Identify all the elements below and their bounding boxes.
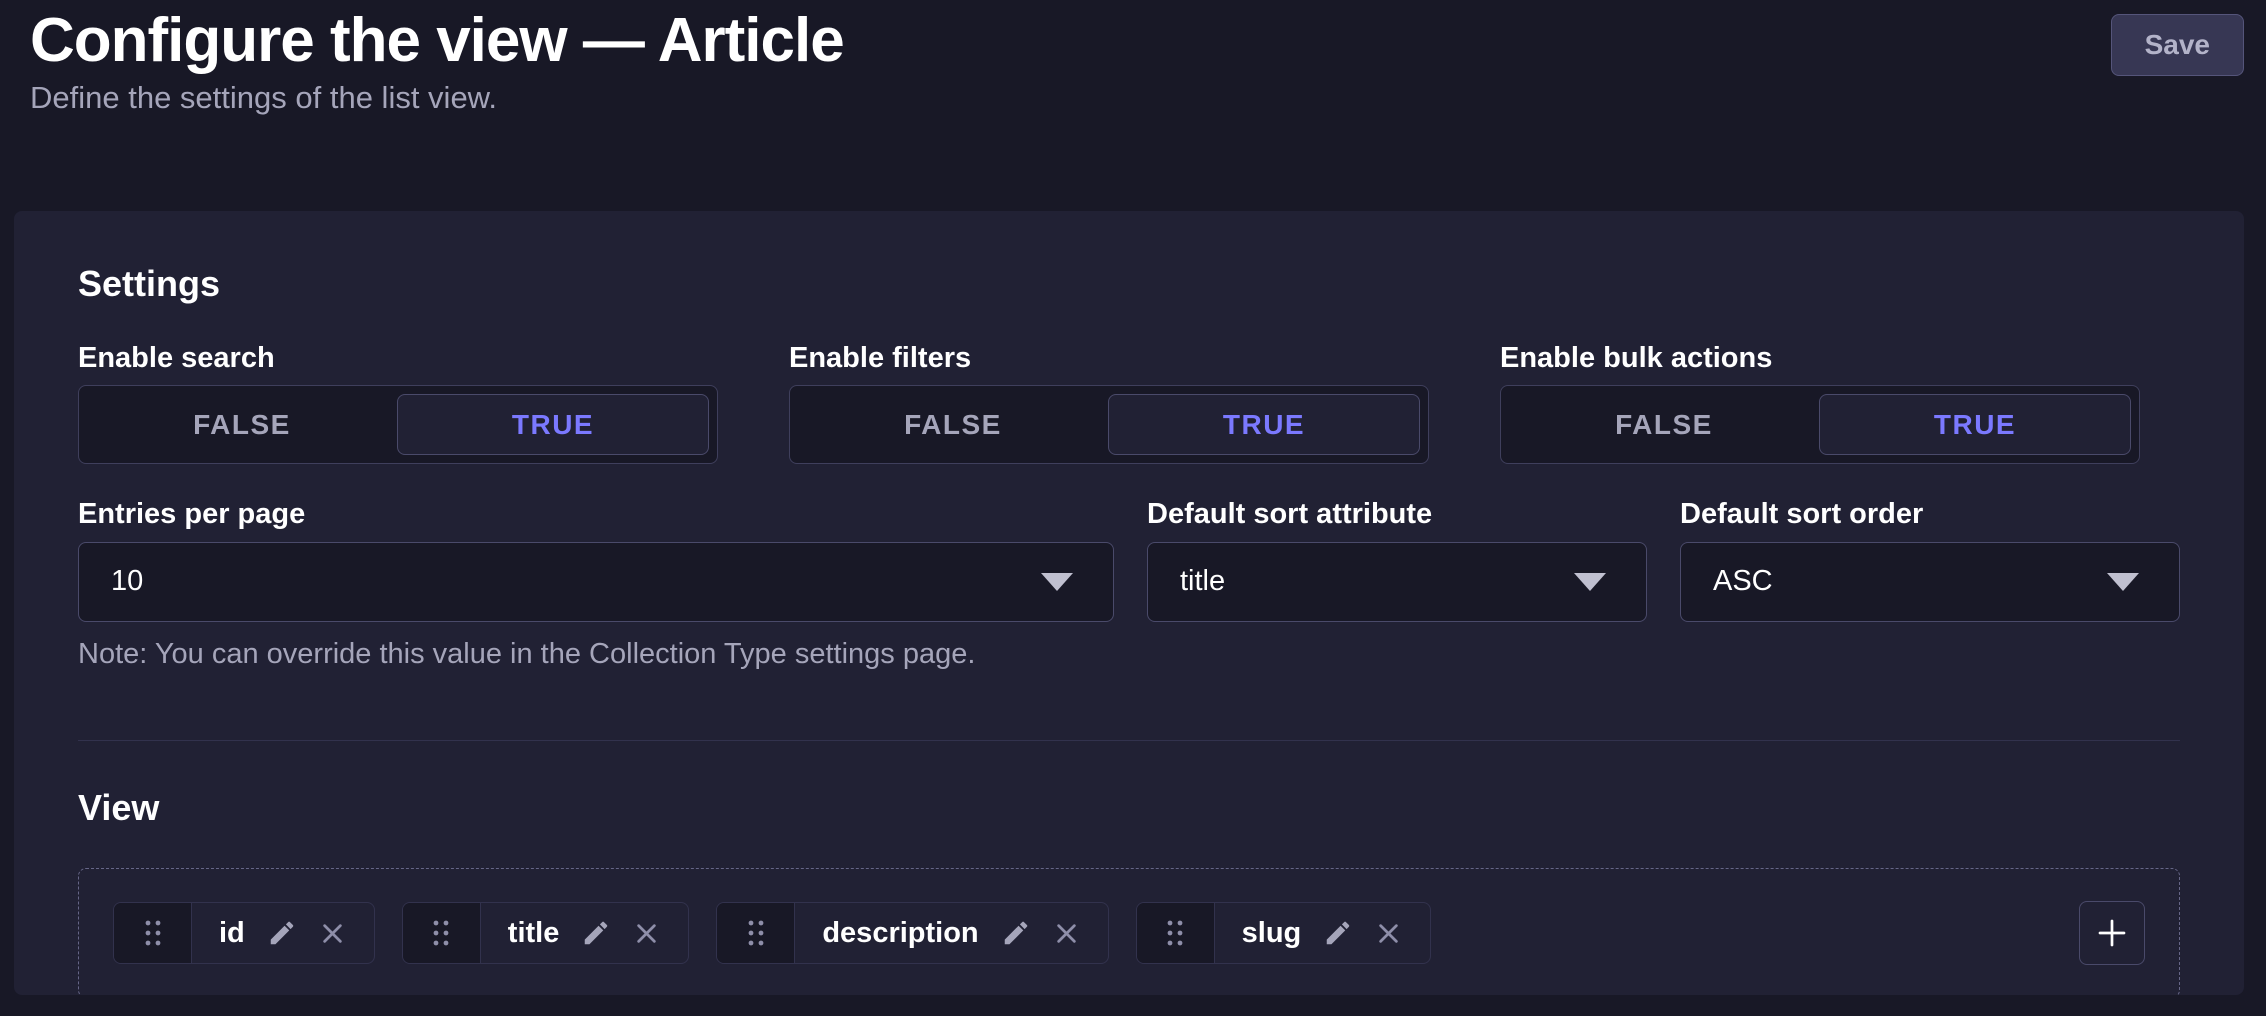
- field-chip-label: description: [822, 917, 978, 950]
- drag-handle[interactable]: [114, 903, 192, 963]
- close-icon: [1053, 920, 1080, 947]
- field-chip[interactable]: slug: [1136, 902, 1432, 964]
- field-chip[interactable]: description: [716, 902, 1108, 964]
- drag-handle-icon: [743, 917, 769, 949]
- page-subtitle: Define the settings of the list view.: [30, 81, 2244, 115]
- drag-handle-icon: [428, 917, 454, 949]
- toggle-group-enable-filters: Enable filters FALSE TRUE: [789, 342, 1429, 464]
- select-value: 10: [111, 565, 143, 598]
- select-label: Default sort order: [1680, 498, 2180, 531]
- section-divider: [78, 740, 2180, 741]
- select-entries-per-page[interactable]: 10: [78, 542, 1114, 622]
- toggle-option-true[interactable]: TRUE: [397, 394, 709, 455]
- toggle-group-enable-search: Enable search FALSE TRUE: [78, 342, 718, 464]
- edit-field-button[interactable]: [267, 918, 297, 948]
- select-group-default-sort-order: Default sort order ASC: [1680, 498, 2180, 700]
- pencil-icon: [581, 918, 611, 948]
- save-button[interactable]: Save: [2111, 14, 2244, 76]
- remove-field-button[interactable]: [633, 920, 660, 947]
- page-header: Configure the view — Article Define the …: [0, 0, 2266, 116]
- settings-heading: Settings: [78, 263, 2180, 304]
- drag-handle-icon: [140, 917, 166, 949]
- toggle-enable-search: FALSE TRUE: [78, 385, 718, 464]
- close-icon: [1375, 920, 1402, 947]
- view-heading: View: [78, 787, 2180, 828]
- toggle-option-false[interactable]: FALSE: [798, 394, 1108, 455]
- field-list: id: [78, 868, 2180, 994]
- select-label: Entries per page: [78, 498, 1114, 531]
- caret-down-icon: [1574, 573, 1606, 591]
- drag-handle[interactable]: [717, 903, 795, 963]
- toggles-row: Enable search FALSE TRUE Enable filters …: [78, 342, 2180, 464]
- caret-down-icon: [1041, 573, 1073, 591]
- select-group-entries-per-page: Entries per page 10 Note: You can overri…: [78, 498, 1114, 700]
- field-chip-label: id: [219, 917, 245, 950]
- field-chip[interactable]: title: [402, 902, 690, 964]
- toggle-enable-filters: FALSE TRUE: [789, 385, 1429, 464]
- drag-handle-icon: [1162, 917, 1188, 949]
- close-icon: [633, 920, 660, 947]
- field-chip[interactable]: id: [113, 902, 375, 964]
- field-chip-label: slug: [1242, 917, 1302, 950]
- remove-field-button[interactable]: [319, 920, 346, 947]
- close-icon: [319, 920, 346, 947]
- toggle-option-true[interactable]: TRUE: [1108, 394, 1420, 455]
- settings-card: Settings Enable search FALSE TRUE Enable…: [14, 211, 2244, 995]
- select-value: ASC: [1713, 565, 1773, 598]
- toggle-label: Enable search: [78, 342, 718, 375]
- select-value: title: [1180, 565, 1225, 598]
- remove-field-button[interactable]: [1053, 920, 1080, 947]
- toggle-label: Enable filters: [789, 342, 1429, 375]
- pencil-icon: [1001, 918, 1031, 948]
- plus-icon: [2094, 915, 2130, 951]
- select-group-default-sort-attribute: Default sort attribute title: [1147, 498, 1647, 700]
- pencil-icon: [267, 918, 297, 948]
- toggle-option-false[interactable]: FALSE: [87, 394, 397, 455]
- selects-row: Entries per page 10 Note: You can overri…: [78, 498, 2180, 700]
- select-label: Default sort attribute: [1147, 498, 1647, 531]
- edit-field-button[interactable]: [1323, 918, 1353, 948]
- toggle-option-true[interactable]: TRUE: [1819, 394, 2131, 455]
- add-field-button[interactable]: [2079, 901, 2145, 965]
- page-title: Configure the view — Article: [30, 6, 2244, 75]
- field-chip-label: title: [508, 917, 560, 950]
- drag-handle[interactable]: [1137, 903, 1215, 963]
- drag-handle[interactable]: [403, 903, 481, 963]
- toggle-group-enable-bulk-actions: Enable bulk actions FALSE TRUE: [1500, 342, 2140, 464]
- select-default-sort-attribute[interactable]: title: [1147, 542, 1647, 622]
- edit-field-button[interactable]: [1001, 918, 1031, 948]
- entries-note: Note: You can override this value in the…: [78, 638, 1114, 671]
- edit-field-button[interactable]: [581, 918, 611, 948]
- caret-down-icon: [2107, 573, 2139, 591]
- toggle-label: Enable bulk actions: [1500, 342, 2140, 375]
- toggle-option-false[interactable]: FALSE: [1509, 394, 1819, 455]
- toggle-enable-bulk-actions: FALSE TRUE: [1500, 385, 2140, 464]
- pencil-icon: [1323, 918, 1353, 948]
- remove-field-button[interactable]: [1375, 920, 1402, 947]
- select-default-sort-order[interactable]: ASC: [1680, 542, 2180, 622]
